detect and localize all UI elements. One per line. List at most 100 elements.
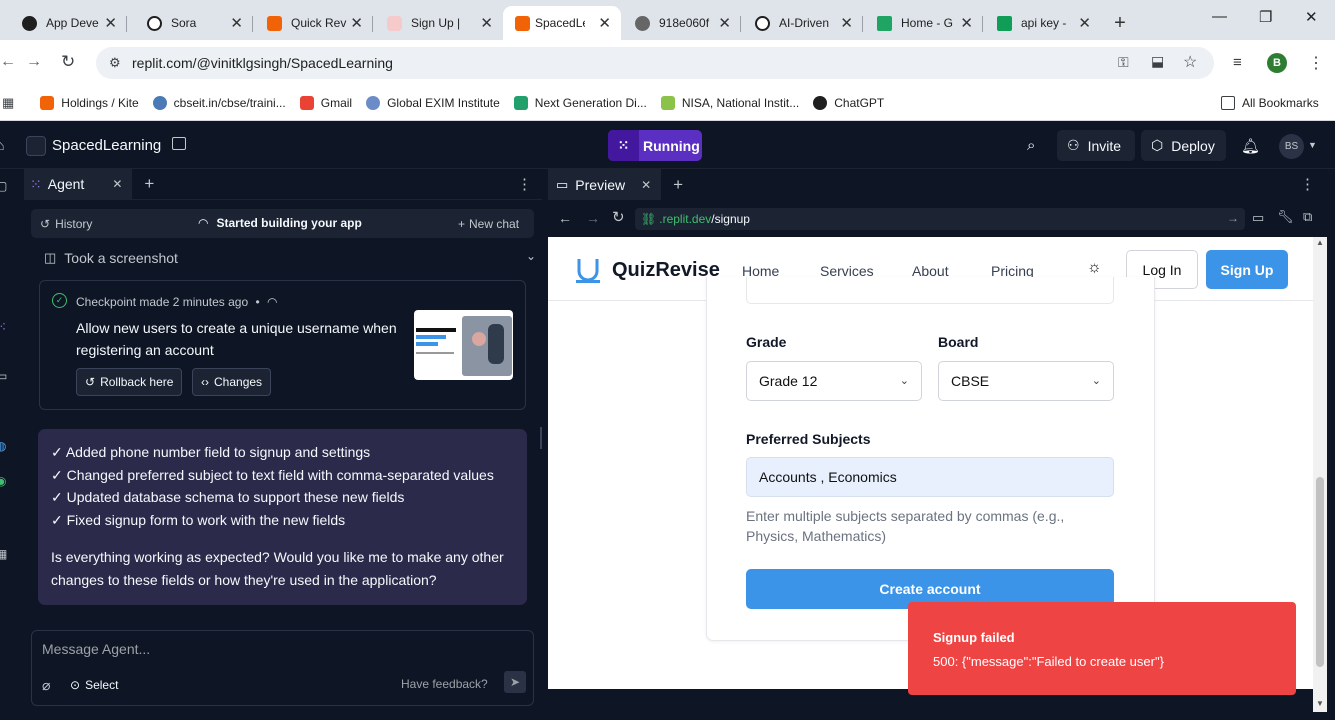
close-tab-icon[interactable]: ✕: [230, 14, 243, 32]
browser-tab[interactable]: 918e060f ✕: [621, 6, 741, 40]
browser-tab[interactable]: Home - G ✕: [863, 6, 983, 40]
browser-tab[interactable]: Quick Rev ✕: [253, 6, 373, 40]
bookmark-item[interactable]: Gmail: [299, 96, 352, 110]
rollback-button[interactable]: ↺ Rollback here: [76, 368, 183, 396]
scroll-thumb[interactable]: [1316, 477, 1324, 667]
reload-icon[interactable]: ↻: [61, 52, 75, 72]
close-window-icon[interactable]: ✕: [1305, 8, 1318, 26]
new-tab-button[interactable]: +: [1107, 10, 1133, 36]
add-tab-icon[interactable]: +: [673, 175, 683, 195]
devtools-wrench-icon[interactable]: 🔧︎: [1277, 209, 1294, 225]
search-icon[interactable]: ⌕: [1027, 137, 1035, 154]
add-tab-icon[interactable]: +: [144, 174, 154, 194]
feedback-link[interactable]: Have feedback?: [401, 677, 488, 691]
browser-tab[interactable]: api key - ✕: [983, 6, 1101, 40]
close-tab-icon[interactable]: ✕: [104, 14, 117, 32]
password-key-icon[interactable]: ⚿: [1118, 54, 1129, 71]
signup-button[interactable]: Sign Up: [1206, 250, 1288, 289]
panel-menu-icon[interactable]: ⋮: [1300, 175, 1315, 193]
close-tab-icon[interactable]: ✕: [598, 14, 611, 32]
select-element-button[interactable]: ⊙ Select: [70, 678, 118, 692]
reload-icon[interactable]: ↻: [612, 208, 625, 226]
browser-tab[interactable]: App Deve ✕: [0, 6, 127, 40]
files-icon[interactable]: ▢: [0, 179, 7, 193]
theme-toggle-sun-icon[interactable]: ☼: [1087, 259, 1102, 277]
tab-preview[interactable]: ▭ Preview ✕: [548, 169, 662, 200]
send-button[interactable]: ➤: [504, 671, 526, 693]
install-app-icon[interactable]: ⬓: [1151, 53, 1164, 70]
back-icon[interactable]: ←: [0, 53, 16, 71]
browser-tab-active[interactable]: SpacedLe ✕: [503, 6, 621, 40]
forward-icon[interactable]: →: [586, 210, 600, 226]
console-icon[interactable]: ▭: [0, 369, 7, 383]
browser-tab[interactable]: Sign Up | ✕: [373, 6, 503, 40]
project-name[interactable]: SpacedLearning: [52, 137, 161, 154]
back-icon[interactable]: ←: [558, 210, 572, 226]
browser-tab[interactable]: AI-Driven ✕: [741, 6, 863, 40]
bookmark-star-icon[interactable]: ☆: [1183, 52, 1197, 72]
preview-url-field[interactable]: ⛓ .replit.dev /signup →: [635, 208, 1245, 230]
invite-button[interactable]: ⚇ Invite: [1057, 130, 1135, 161]
replit-logo-icon[interactable]: [26, 136, 46, 156]
bookmark-item[interactable]: Global EXIM Institute: [366, 96, 500, 110]
open-new-window-icon[interactable]: ⧉: [1303, 209, 1312, 225]
new-chat-button[interactable]: + New chat: [458, 217, 519, 231]
close-tab-icon[interactable]: ✕: [641, 178, 651, 192]
tools-grid-icon[interactable]: ▦: [0, 547, 7, 561]
site-brand[interactable]: QuizRevise: [612, 259, 720, 282]
media-control-icon[interactable]: ≡: [1233, 54, 1242, 71]
close-tab-icon[interactable]: ✕: [1078, 14, 1091, 32]
history-button[interactable]: ↺ History: [40, 217, 92, 231]
bookmark-item[interactable]: cbseit.in/cbse/traini...: [152, 96, 286, 110]
attach-paperclip-icon[interactable]: ⌀: [42, 677, 50, 694]
device-view-icon[interactable]: ▭: [1252, 210, 1264, 226]
run-button[interactable]: ⁙ Running: [608, 130, 702, 161]
close-tab-icon[interactable]: ✕: [840, 14, 853, 32]
error-toast[interactable]: Signup failed 500: {"message":"Failed to…: [908, 602, 1296, 695]
user-avatar[interactable]: BS: [1279, 134, 1304, 159]
project-info-icon[interactable]: [172, 137, 186, 150]
agent-rail-icon[interactable]: ⁙: [0, 319, 7, 335]
deploy-button[interactable]: ⬡ Deploy: [1141, 130, 1226, 161]
site-info-icon[interactable]: ⚙: [109, 55, 121, 71]
bookmark-item[interactable]: ChatGPT: [813, 96, 884, 110]
database-icon[interactable]: ◍: [0, 439, 6, 453]
home-icon[interactable]: ⌂: [0, 137, 4, 153]
profile-avatar[interactable]: B: [1267, 53, 1287, 73]
quizrevise-logo-icon[interactable]: [576, 257, 600, 283]
open-url-arrow-icon[interactable]: →: [1227, 211, 1239, 225]
bookmark-item[interactable]: Next Generation Di...: [513, 96, 647, 110]
forward-icon[interactable]: →: [26, 53, 42, 71]
board-select[interactable]: CBSE ⌄: [938, 361, 1114, 401]
minimize-icon[interactable]: —: [1212, 8, 1227, 25]
maximize-icon[interactable]: ❐: [1259, 8, 1272, 26]
screenshot-action-row[interactable]: ◫ Took a screenshot ⌄: [44, 248, 536, 268]
close-tab-icon[interactable]: ✕: [960, 14, 973, 32]
close-tab-icon[interactable]: ✕: [718, 14, 731, 32]
bookmark-item[interactable]: Holdings / Kite: [40, 96, 139, 110]
address-bar[interactable]: ⚙ replit.com/@vinitklgsingh/SpacedLearni…: [96, 47, 1214, 79]
changes-button[interactable]: ‹› Changes: [192, 368, 272, 396]
scroll-up-icon[interactable]: ▲: [1316, 238, 1324, 247]
grade-select[interactable]: Grade 12 ⌄: [746, 361, 922, 401]
apps-grid-icon[interactable]: ▦: [2, 95, 14, 111]
bookmark-item[interactable]: NISA, National Instit...: [660, 96, 799, 110]
close-tab-icon[interactable]: ✕: [350, 14, 363, 32]
resize-grip[interactable]: [540, 427, 542, 449]
chevron-down-icon[interactable]: ⌄: [526, 249, 536, 263]
git-icon[interactable]: ◉: [0, 474, 6, 488]
all-bookmarks[interactable]: All Bookmarks: [1221, 96, 1319, 110]
checkpoint-screenshot-thumbnail[interactable]: [414, 310, 513, 380]
browser-tab[interactable]: Sora ✕: [127, 6, 253, 40]
close-tab-icon[interactable]: ✕: [112, 177, 122, 191]
notifications-bell-icon[interactable]: 🔔︎: [1241, 137, 1260, 155]
avatar-chevron-down-icon[interactable]: ▼: [1308, 140, 1317, 150]
subjects-input[interactable]: Accounts , Economics: [746, 457, 1114, 497]
scroll-down-icon[interactable]: ▼: [1316, 699, 1324, 708]
tab-agent[interactable]: ⁙ Agent ✕: [24, 168, 133, 200]
preview-scrollbar[interactable]: ▲ ▼: [1313, 237, 1327, 712]
browser-menu-icon[interactable]: ⋮: [1308, 53, 1324, 73]
message-input[interactable]: Message Agent...: [42, 641, 522, 657]
close-tab-icon[interactable]: ✕: [480, 14, 493, 32]
panel-menu-icon[interactable]: ⋮: [517, 175, 532, 193]
